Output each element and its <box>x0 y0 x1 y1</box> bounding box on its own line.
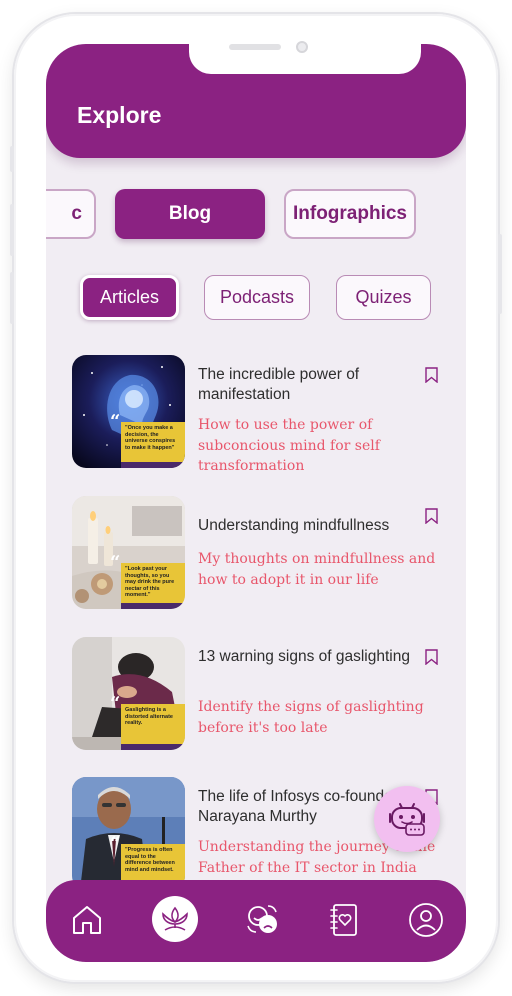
nav-profile[interactable] <box>404 898 448 942</box>
nav-mood[interactable] <box>240 898 284 942</box>
quote-mark: “ <box>110 552 121 573</box>
phone-side-button <box>10 146 14 172</box>
journal-icon <box>330 904 357 936</box>
subtab-quizes[interactable]: Quizes <box>336 275 431 320</box>
article-description: My thoughts on mindfullness and how to a… <box>198 551 436 588</box>
tab-label: Blog <box>168 203 212 224</box>
screen: Explore c Blog Infographics Articles Pod… <box>46 44 466 962</box>
subtab-articles[interactable]: Articles <box>80 275 179 320</box>
phone-side-button <box>10 272 14 324</box>
phone-speaker <box>229 44 281 50</box>
article-thumbnail: “ "Look past your thoughts, so you may d… <box>72 496 185 609</box>
article-card[interactable]: “ Gaslighting is a distorted alternate r… <box>72 637 452 751</box>
article-title: Understanding mindfullness <box>198 517 390 534</box>
home-icon <box>73 906 101 934</box>
quote-mark: “ <box>110 693 121 714</box>
article-title: The incredible power of manifestation <box>198 366 360 403</box>
chatbot-icon <box>389 803 425 836</box>
subtab-label: Quizes <box>355 287 412 307</box>
bookmark-icon[interactable] <box>425 508 438 524</box>
nav-journal[interactable] <box>322 898 366 942</box>
thumbnail-quote: "Look past your thoughts, so you may dri… <box>121 563 185 603</box>
thumbnail-footer <box>121 744 185 750</box>
tab-label: c <box>71 203 82 224</box>
quote-mark: “ <box>110 833 121 854</box>
thumbnail-footer <box>121 603 185 609</box>
article-card[interactable]: “ "Once you make a decision, the univers… <box>72 355 452 474</box>
chatbot-button[interactable] <box>374 786 440 852</box>
thumbnail-quote: "Once you make a decision, the universe … <box>121 422 185 462</box>
thumbnail-footer <box>121 462 185 468</box>
meditation-icon <box>162 906 188 931</box>
phone-camera <box>296 41 308 53</box>
phone-side-button <box>498 234 502 314</box>
subtab-label: Articles <box>99 287 159 307</box>
nav-home[interactable] <box>65 898 109 942</box>
subtab-label: Podcasts <box>219 287 295 307</box>
tab-blog[interactable]: Blog <box>115 189 265 239</box>
article-thumbnail: “ Gaslighting is a distorted alternate r… <box>72 637 185 750</box>
article-title: 13 warning signs of gaslighting <box>198 648 410 665</box>
thumbnail-quote: Gaslighting is a distorted alternate rea… <box>121 704 185 744</box>
article-description: Identify the signs of gaslighting before… <box>198 699 424 736</box>
bookmark-icon[interactable] <box>425 367 438 383</box>
tab-category-partial[interactable]: c <box>46 189 96 239</box>
article-thumbnail: “ "Progress is often equal to the differ… <box>72 777 185 890</box>
bookmark-icon[interactable] <box>425 649 438 665</box>
article-thumbnail: “ "Once you make a decision, the univers… <box>72 355 185 468</box>
mood-icon <box>247 905 277 933</box>
profile-icon <box>409 903 443 937</box>
article-description: How to use the power of subconcious mind… <box>198 417 380 474</box>
tab-label: Infographics <box>292 203 407 224</box>
phone-side-button <box>10 204 14 256</box>
page-title: Explore <box>77 102 162 128</box>
nav-meditation[interactable] <box>153 898 197 942</box>
thumbnail-quote: "Progress is often equal to the differen… <box>121 844 185 884</box>
bottom-nav <box>46 880 466 962</box>
subtab-podcasts[interactable]: Podcasts <box>204 275 310 320</box>
article-card[interactable]: “ "Look past your thoughts, so you may d… <box>72 496 452 610</box>
tab-infographics[interactable]: Infographics <box>284 189 416 239</box>
quote-mark: “ <box>110 411 121 432</box>
